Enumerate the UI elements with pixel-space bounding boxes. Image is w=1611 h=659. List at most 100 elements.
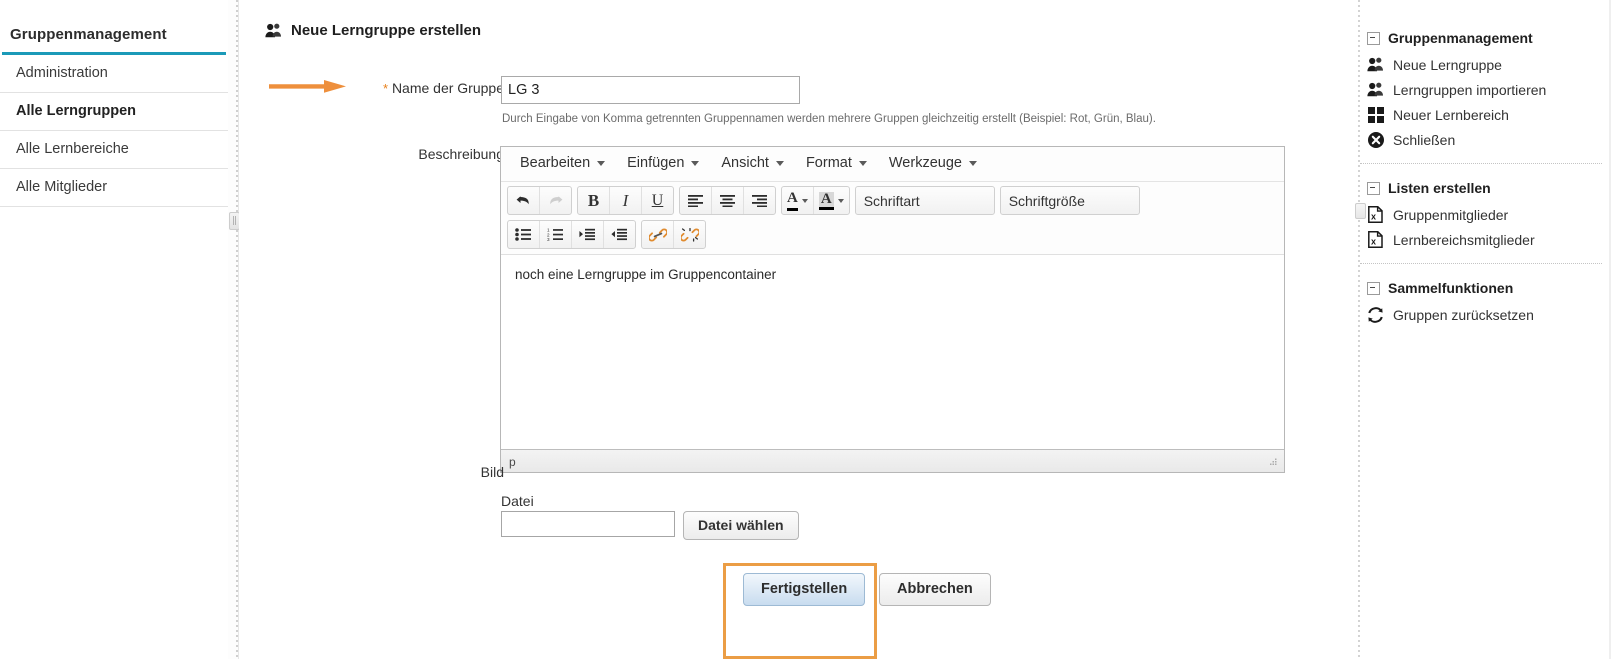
sidebar-item-administration[interactable]: Administration	[0, 55, 228, 94]
toolbar-group-style: B I U	[577, 186, 674, 215]
unlink-icon[interactable]	[674, 221, 705, 248]
splitter-dotted-rule	[236, 0, 238, 659]
right-item-gruppen-zuruecksetzen[interactable]: Gruppen zurücksetzen	[1367, 302, 1611, 327]
right-section-listen-erstellen: Listen erstellen x Gruppenmitglieder x L…	[1358, 176, 1611, 252]
menu-einfuegen-label: Einfügen	[627, 155, 685, 171]
excel-file-icon: x	[1367, 206, 1384, 223]
sidebar-item-alle-lerngruppen[interactable]: Alle Lerngruppen	[0, 93, 228, 132]
chevron-down-icon	[775, 160, 784, 166]
italic-icon[interactable]: I	[610, 187, 642, 214]
link-icon[interactable]	[642, 221, 674, 248]
undo-icon[interactable]	[508, 187, 540, 214]
toolbar-group-colors: A A	[781, 186, 850, 215]
align-center-icon[interactable]	[712, 187, 744, 214]
editor-menubar: Bearbeiten Einfügen Ansicht Format Werkz…	[501, 147, 1284, 182]
align-right-icon[interactable]	[744, 187, 775, 214]
minus-box-icon[interactable]	[1367, 281, 1380, 295]
right-item-lernbereichsmitglieder[interactable]: x Lernbereichsmitglieder	[1367, 227, 1611, 252]
right-section-title: Sammelfunktionen	[1388, 280, 1514, 296]
submit-button[interactable]: Fertigstellen	[743, 573, 866, 606]
close-circle-icon	[1367, 131, 1384, 148]
users-icon	[265, 22, 282, 39]
right-section-title: Gruppenmanagement	[1388, 30, 1533, 46]
chevron-down-icon	[968, 160, 977, 166]
menu-format[interactable]: Format	[795, 152, 878, 175]
sidebar-item-alle-mitglieder[interactable]: Alle Mitglieder	[0, 169, 228, 208]
outdent-icon[interactable]	[604, 221, 635, 248]
page-title-text: Neue Lerngruppe erstellen	[291, 22, 482, 39]
field-label-beschreibung: Beschreibung	[418, 146, 504, 162]
background-color-glyph: A	[818, 191, 834, 210]
right-item-label: Schließen	[1393, 131, 1456, 148]
toolbar-group-lists: 1 2 3	[507, 220, 636, 249]
editor-toolbar-row-2: 1 2 3	[501, 219, 1284, 254]
right-section-header: Listen erstellen	[1367, 176, 1611, 202]
chevron-down-icon	[801, 198, 808, 203]
chevron-down-icon	[858, 160, 867, 166]
menu-format-label: Format	[805, 155, 852, 171]
align-left-icon[interactable]	[680, 187, 712, 214]
menu-bearbeiten[interactable]: Bearbeiten	[509, 152, 616, 175]
file-field-label: Datei	[501, 493, 534, 509]
right-item-gruppenmitglieder[interactable]: x Gruppenmitglieder	[1367, 202, 1611, 227]
svg-text:3: 3	[547, 237, 550, 241]
left-panel-splitter[interactable]	[228, 0, 240, 659]
right-section-divider	[1360, 263, 1602, 264]
editor-content-area[interactable]: noch eine Lerngruppe im Gruppencontainer	[501, 254, 1284, 449]
left-sidebar: Gruppenmanagement Administration Alle Le…	[0, 0, 228, 659]
right-item-lerngruppen-importieren[interactable]: Lerngruppen importieren	[1367, 77, 1611, 102]
right-item-neuer-lernbereich[interactable]: Neuer Lernbereich	[1367, 102, 1611, 127]
file-path-input[interactable]	[501, 511, 675, 537]
right-item-neue-lerngruppe[interactable]: Neue Lerngruppe	[1367, 52, 1611, 77]
editor-paragraph: noch eine Lerngruppe im Gruppencontainer	[515, 267, 777, 282]
editor-element-path: p	[509, 455, 516, 469]
right-item-label: Neuer Lernbereich	[1393, 106, 1509, 123]
cancel-button[interactable]: Abbrechen	[879, 573, 991, 606]
right-section-title: Listen erstellen	[1388, 180, 1491, 196]
background-color-icon[interactable]: A	[814, 187, 849, 214]
right-sidebar: Gruppenmanagement Neue Lerngruppe Lerngr…	[1355, 0, 1611, 659]
redo-icon[interactable]	[540, 187, 571, 214]
bullet-list-icon[interactable]	[508, 221, 540, 248]
menu-einfuegen[interactable]: Einfügen	[616, 152, 710, 175]
menu-ansicht-label: Ansicht	[721, 155, 769, 171]
toolbar-group-align	[679, 186, 776, 215]
right-item-label: Gruppen zurücksetzen	[1393, 306, 1534, 323]
numbered-list-icon[interactable]: 1 2 3	[540, 221, 572, 248]
menu-bearbeiten-label: Bearbeiten	[520, 155, 591, 171]
font-size-select[interactable]: Schriftgröße	[1001, 187, 1139, 214]
rich-text-editor: Bearbeiten Einfügen Ansicht Format Werkz…	[500, 146, 1285, 473]
menu-ansicht[interactable]: Ansicht	[710, 152, 795, 175]
group-name-input[interactable]	[501, 76, 800, 104]
menu-werkzeuge[interactable]: Werkzeuge	[878, 152, 988, 175]
field-label-name-text: Name der Gruppe	[391, 80, 504, 96]
sidebar-item-alle-lernbereiche[interactable]: Alle Lernbereiche	[0, 131, 228, 170]
text-color-icon[interactable]: A	[782, 187, 814, 214]
minus-box-icon[interactable]	[1367, 181, 1380, 195]
svg-text:x: x	[1371, 237, 1376, 247]
indent-icon[interactable]	[572, 221, 604, 248]
toolbar-group-fontsize: Schriftgröße	[999, 186, 1140, 215]
editor-statusbar: p	[501, 449, 1284, 472]
toolbar-group-links	[641, 220, 706, 249]
right-section-divider	[1360, 163, 1602, 164]
left-sidebar-title: Gruppenmanagement	[10, 26, 167, 43]
font-family-select[interactable]: Schriftart	[856, 187, 994, 214]
toolbar-group-history	[507, 186, 572, 215]
resize-grip-icon[interactable]	[1267, 457, 1278, 468]
editor-toolbar-row-1: B I U A A Schriftart Schriftgröße	[501, 182, 1284, 219]
main-content: Neue Lerngruppe erstellen * Name der Gru…	[239, 0, 1357, 659]
right-panel-drag-handle[interactable]	[1355, 203, 1366, 219]
minus-box-icon[interactable]	[1367, 31, 1380, 45]
right-section-sammelfunktionen: Sammelfunktionen Gruppen zurücksetzen	[1358, 276, 1611, 327]
bold-icon[interactable]: B	[578, 187, 610, 214]
right-section-header: Gruppenmanagement	[1367, 26, 1611, 52]
right-sidebar-dotted-rule	[1358, 0, 1360, 659]
right-item-schliessen[interactable]: Schließen	[1367, 127, 1611, 152]
users-icon	[1367, 56, 1384, 73]
underline-icon[interactable]: U	[642, 187, 673, 214]
browse-file-button[interactable]: Datei wählen	[683, 511, 799, 540]
grid-icon	[1367, 106, 1384, 123]
font-size-value: Schriftgröße	[1008, 192, 1085, 209]
page-title: Neue Lerngruppe erstellen	[265, 22, 481, 39]
